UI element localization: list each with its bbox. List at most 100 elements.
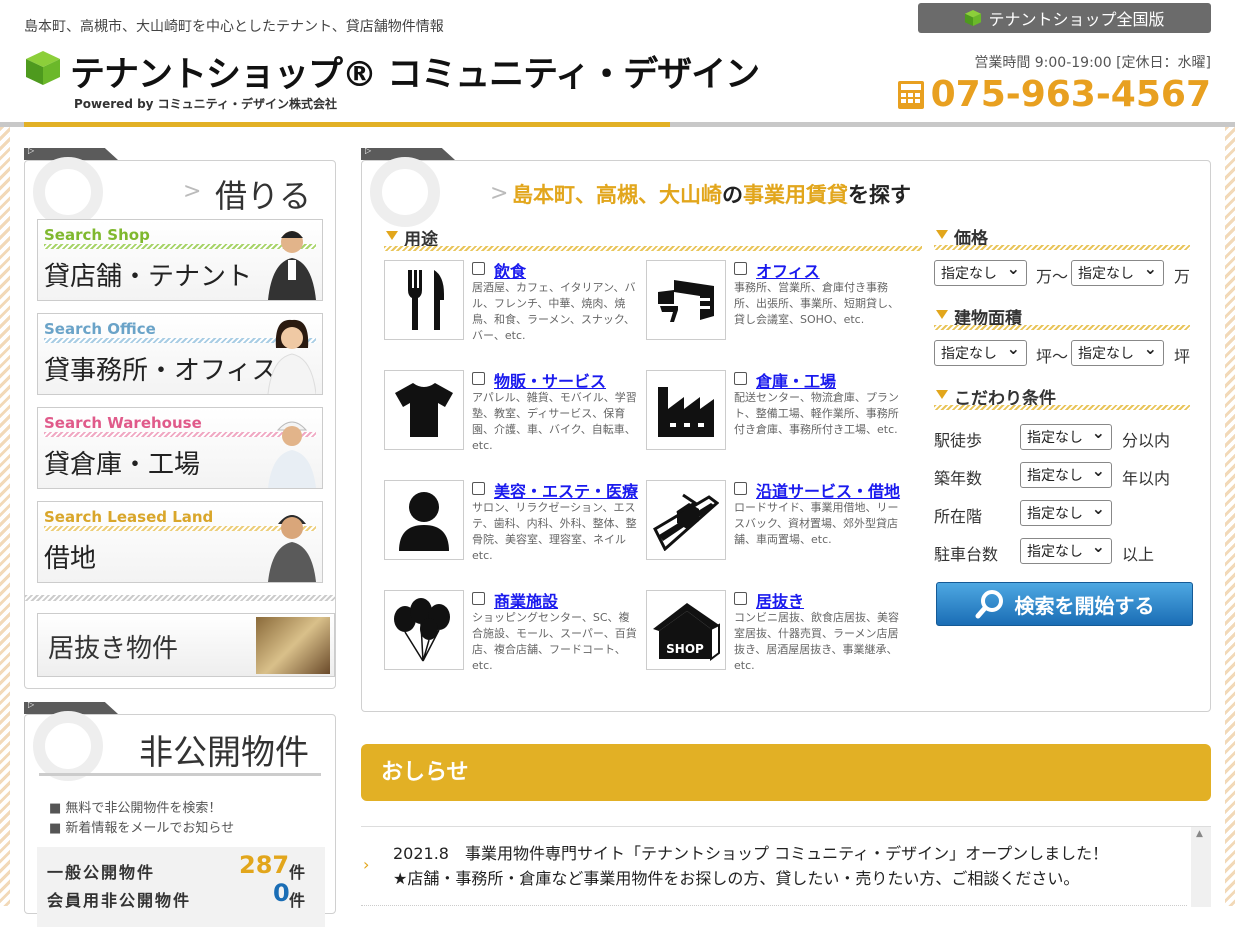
- use-description: 居酒屋、カフェ、イタリアン、バル、フレンチ、中華、焼肉、焼鳥、和食、ラーメン、ス…: [472, 281, 636, 342]
- price-from-label: 万〜: [1036, 267, 1069, 286]
- list-item: ■ 新着情報をメールでお知らせ: [49, 821, 235, 836]
- list-item: ■ 無料で非公開物件を検索！: [49, 801, 222, 816]
- use-link[interactable]: 沿道サービス・借地: [756, 478, 900, 502]
- use-item-retail: 物販・サービス アパレル、雑貨、モバイル、学習塾、教室、ディサービス、保育園、介…: [384, 370, 638, 460]
- divider: [25, 595, 335, 601]
- area-unit-label: 坪: [1174, 347, 1191, 366]
- roadside-icon: [646, 480, 726, 560]
- category-en-label: Search Warehouse: [44, 414, 202, 432]
- cube-logo-icon: [26, 51, 60, 85]
- use-link[interactable]: 飲食: [494, 258, 526, 282]
- use-description: コンビニ居抜、飲食店居抜、美容室居抜、什器売買、ラーメン店居抜き、居酒屋居抜き、…: [734, 611, 899, 672]
- factory-icon: [646, 370, 726, 450]
- national-site-button[interactable]: テナントショップ全国版: [918, 3, 1211, 33]
- start-search-label: 検索を開始する: [1014, 593, 1155, 618]
- category-shop[interactable]: Search Shop 貸店舗・テナント: [37, 219, 323, 301]
- phone-icon: [897, 80, 924, 109]
- svg-text:SHOP: SHOP: [666, 642, 704, 656]
- category-warehouse[interactable]: Search Warehouse 貸倉庫・工場: [37, 407, 323, 489]
- area-from-label: 坪〜: [1036, 347, 1069, 366]
- use-item-office: オフィス 事務所、営業所、倉庫付き事務所、出張所、事業所、短期貸し、貸し会議室、…: [646, 260, 900, 350]
- station-walk-label: 駅徒歩: [934, 431, 983, 450]
- private-notes: ■ 無料で非公開物件を検索！ ■ 新着情報をメールでお知らせ: [49, 799, 234, 839]
- use-description: アパレル、雑貨、モバイル、学習塾、教室、ディサービス、保育園、介護、車、バイク、…: [472, 391, 637, 452]
- area-max-select[interactable]: 指定なし: [1071, 339, 1164, 366]
- category-ja-label: 借地: [44, 544, 97, 574]
- price-min-select[interactable]: 指定なし: [934, 259, 1027, 286]
- use-link[interactable]: 居抜き: [756, 588, 804, 612]
- building-age-label: 築年数: [934, 469, 983, 488]
- use-description: ロードサイド、事業用借地、リースバック、資材置場、郊外型貸店舗、車両置場、etc…: [734, 501, 899, 546]
- use-checkbox[interactable]: [472, 592, 485, 605]
- national-site-label: テナントショップ全国版: [988, 10, 1165, 29]
- private-title: 非公開物件: [139, 733, 309, 773]
- category-land[interactable]: Search Leased Land 借地: [37, 501, 323, 583]
- parking-label: 駐車台数: [934, 545, 999, 564]
- use-checkbox[interactable]: [472, 482, 485, 495]
- site-logo-title[interactable]: テナントショップ® コミュニティ・デザイン: [70, 46, 760, 97]
- arrow-icon: >: [490, 181, 509, 206]
- public-count: 287: [239, 851, 290, 879]
- member-count-label: 会員用非公開物件: [47, 891, 192, 910]
- site-header: 島本町、高槻市、大山崎町を中心としたテナント、貸店舗物件情報 テナントショップ®…: [0, 0, 1235, 122]
- floor-select[interactable]: 指定なし: [1020, 499, 1112, 526]
- news-scrollbar[interactable]: [1191, 827, 1211, 907]
- iinuki-label: 居抜き物件: [48, 634, 179, 664]
- area-heading: 建物面積: [934, 304, 1190, 330]
- business-hours: 営業時間 9:00-19:00 [定休日：水曜]: [974, 55, 1211, 71]
- person-photo-icon: [267, 319, 316, 394]
- category-en-label: Search Shop: [44, 226, 150, 244]
- phone-number[interactable]: 075-963-4567: [897, 74, 1211, 115]
- category-ja-label: 貸事務所・オフィス: [44, 356, 278, 386]
- use-checkbox[interactable]: [734, 482, 747, 495]
- area-min-select[interactable]: 指定なし: [934, 339, 1027, 366]
- use-checkbox[interactable]: [734, 372, 747, 385]
- rent-title: 借りる: [215, 177, 312, 215]
- use-section-heading: 用途: [384, 225, 922, 251]
- use-checkbox[interactable]: [734, 262, 747, 275]
- use-checkbox[interactable]: [472, 372, 485, 385]
- use-link[interactable]: 商業施設: [494, 588, 558, 612]
- news-line: 2021.8 事業用物件専門サイト「テナントショップ コミュニティ・デザイン」オ…: [393, 844, 1109, 863]
- use-checkbox[interactable]: [734, 592, 747, 605]
- building-age-select[interactable]: 指定なし: [1020, 461, 1112, 488]
- price-max-select[interactable]: 指定なし: [1071, 259, 1164, 286]
- parking-select[interactable]: 指定なし: [1020, 537, 1112, 564]
- fork-knife-icon: [384, 260, 464, 340]
- use-description: サロン、リラクゼーション、エステ、歯科、内科、外科、整体、整骨院、美容室、理容室…: [472, 501, 637, 562]
- cube-icon: [965, 9, 982, 27]
- parking-suffix: 以上: [1122, 545, 1155, 564]
- category-office[interactable]: Search Office 貸事務所・オフィス: [37, 313, 323, 395]
- magnifier-deco-icon: [33, 157, 103, 227]
- building-age-suffix: 年以内: [1122, 469, 1171, 488]
- balloons-icon: [384, 590, 464, 670]
- divider: [39, 773, 321, 776]
- category-en-label: Search Office: [44, 320, 156, 338]
- station-walk-suffix: 分以内: [1122, 431, 1171, 450]
- use-link[interactable]: 物販・サービス: [494, 368, 606, 392]
- phone-number-text: 075-963-4567: [930, 74, 1211, 115]
- use-description: 事務所、営業所、倉庫付き事務所、出張所、事業所、短期貸し、貸し会議室、SOHO、…: [734, 281, 899, 326]
- private-count-box: 一般公開物件 287 件 会員用非公開物件 0 件: [37, 847, 325, 927]
- search-icon: [975, 590, 1003, 619]
- use-checkbox[interactable]: [472, 262, 485, 275]
- news-item: 2021.8 事業用物件専門サイト「テナントショップ コミュニティ・デザイン」オ…: [393, 841, 1108, 891]
- use-description: ショッピングセンター、SC、複合施設、モール、スーパー、百貨店、複合店舗、フード…: [472, 611, 637, 672]
- iinuki-button[interactable]: 居抜き物件: [37, 613, 335, 677]
- worker-photo-icon: [268, 421, 316, 488]
- count-unit: 件: [289, 891, 308, 910]
- site-logo-powered: Powered by コミュニティ・デザイン株式会社: [74, 97, 337, 111]
- station-walk-select[interactable]: 指定なし: [1020, 423, 1112, 450]
- use-description: 配送センター、物流倉庫、プラント、整備工場、軽作業所、事務所付き倉庫、事務所付き…: [734, 391, 899, 436]
- start-search-button[interactable]: 検索を開始する: [936, 582, 1193, 626]
- news-list: › 2021.8 事業用物件専門サイト「テナントショップ コミュニティ・デザイン…: [361, 826, 1211, 907]
- use-link[interactable]: 美容・エステ・医療: [494, 478, 638, 502]
- use-item-commercial: 商業施設 ショッピングセンター、SC、複合施設、モール、スーパー、百貨店、複合店…: [384, 590, 638, 680]
- use-link[interactable]: オフィス: [756, 258, 820, 282]
- category-en-label: Search Leased Land: [44, 508, 214, 526]
- category-ja-label: 貸店舗・テナント: [44, 262, 253, 292]
- use-link[interactable]: 倉庫・工場: [756, 368, 836, 392]
- shop-house-icon: SHOP: [646, 590, 726, 670]
- price-heading: 価格: [934, 224, 1190, 250]
- member-count: 0: [273, 879, 290, 907]
